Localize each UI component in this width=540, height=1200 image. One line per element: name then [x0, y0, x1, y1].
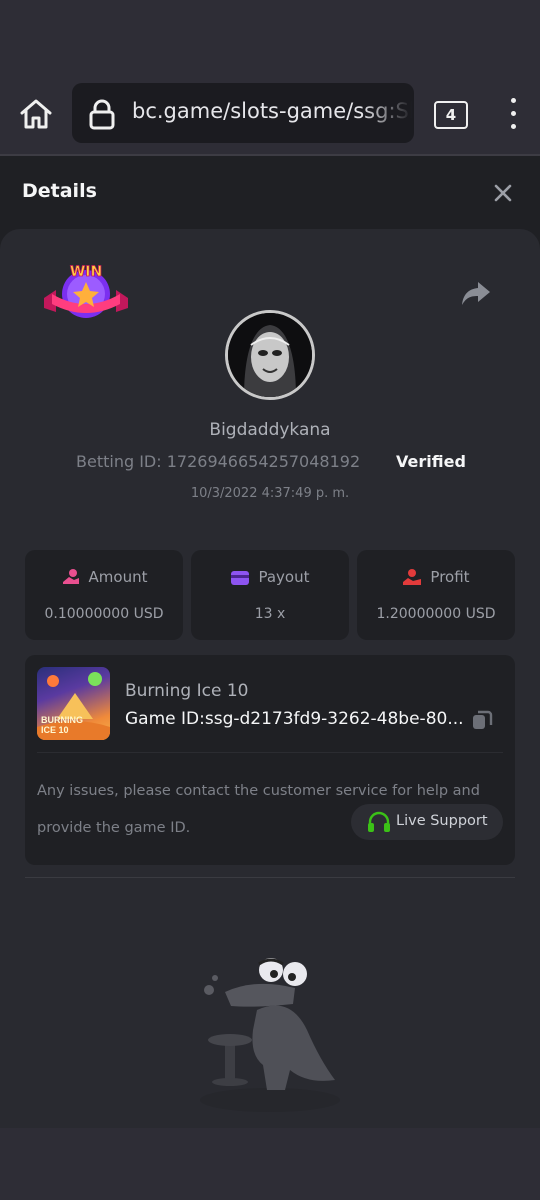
- amount-value: 0.10000000 USD: [44, 606, 164, 622]
- home-button[interactable]: [16, 94, 56, 134]
- money-hand-icon: [62, 569, 79, 584]
- game-id: Game ID:ssg-d2173fd9-3262-48be-80...: [125, 709, 465, 729]
- menu-dot-icon: [511, 124, 516, 129]
- divider: [37, 752, 503, 753]
- mask-avatar-icon: [228, 313, 312, 397]
- navigation-bar: [0, 1128, 540, 1200]
- verified-link[interactable]: Verified: [396, 452, 466, 471]
- divider: [25, 877, 515, 878]
- live-support-button[interactable]: Live Support: [351, 804, 503, 840]
- game-info-box: BURNING ICE 10 Burning Ice 10 Game ID:ss…: [25, 655, 515, 865]
- payout-label: Payout: [258, 568, 310, 586]
- card-icon: [231, 571, 250, 585]
- browser-menu-button[interactable]: [500, 96, 526, 132]
- live-support-label: Live Support: [396, 813, 488, 829]
- profit-stat: Profit 1.20000000 USD: [357, 550, 515, 640]
- game-name[interactable]: Burning Ice 10: [125, 681, 248, 701]
- betting-id-label: Betting ID:: [76, 452, 162, 471]
- url-text: bc.game/slots-game/ssg:Slots: [132, 99, 412, 123]
- win-badge-icon: WIN: [44, 264, 128, 318]
- profit-value: 1.20000000 USD: [376, 606, 496, 622]
- tab-switcher-button[interactable]: 4: [434, 101, 468, 129]
- username: Bigdaddykana: [209, 420, 331, 440]
- game-id-value: ssg-d2173fd9-3262-48be-80...: [204, 709, 464, 729]
- copy-icon: [473, 710, 493, 729]
- betting-id-value: 1726946654257048192: [166, 452, 361, 471]
- headset-icon: [368, 811, 390, 832]
- address-bar[interactable]: bc.game/slots-game/ssg:Slots: [72, 83, 414, 143]
- crocodile-mascot-icon: [200, 958, 340, 1112]
- menu-dot-icon: [511, 98, 516, 103]
- payout-stat: Payout 13 x: [191, 550, 349, 640]
- amount-label: Amount: [88, 568, 148, 586]
- avatar: [225, 310, 315, 400]
- share-icon: [462, 282, 490, 305]
- status-bar: [0, 0, 540, 72]
- lock-icon: [89, 99, 115, 130]
- game-thumb-text: BURNING ICE 10: [41, 715, 83, 735]
- amount-stat: Amount 0.10000000 USD: [25, 550, 183, 640]
- close-icon: [494, 184, 512, 202]
- game-thumbnail[interactable]: BURNING ICE 10: [37, 667, 110, 740]
- betting-id-row: Betting ID: 1726946654257048192 Verified: [0, 452, 540, 476]
- payout-value: 13 x: [254, 606, 286, 622]
- close-button[interactable]: [490, 180, 516, 206]
- game-id-label: Game ID:: [125, 709, 205, 729]
- menu-dot-icon: [511, 111, 516, 116]
- home-icon: [20, 99, 52, 129]
- badge-text: WIN: [70, 264, 102, 280]
- bet-datetime: 10/3/2022 4:37:49 p. m.: [190, 486, 350, 501]
- copy-game-id-button[interactable]: [471, 709, 493, 731]
- share-button[interactable]: [460, 278, 492, 308]
- panel-title: Details: [22, 180, 97, 202]
- profit-label: Profit: [430, 568, 470, 586]
- browser-toolbar: bc.game/slots-game/ssg:Slots 4: [0, 72, 540, 156]
- betting-id: Betting ID: 1726946654257048192: [76, 452, 360, 471]
- profit-hand-icon: [403, 569, 422, 585]
